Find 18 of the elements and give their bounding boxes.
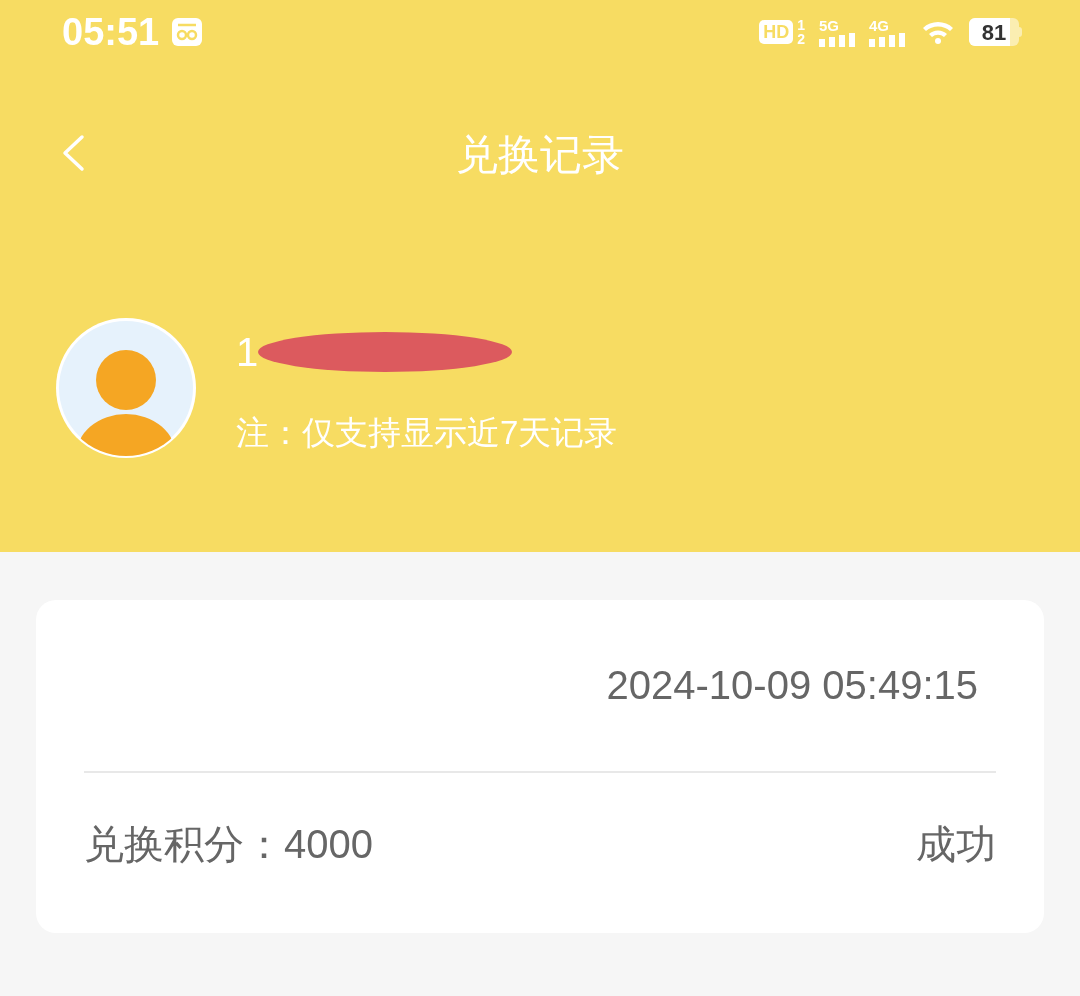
- network-type: 4G: [869, 17, 890, 33]
- points-text: 兑换积分：4000: [84, 824, 373, 864]
- back-icon[interactable]: [60, 134, 86, 172]
- sim-indicator: 2: [797, 32, 805, 46]
- wifi-icon: [921, 19, 955, 45]
- clock: 05:51: [62, 13, 160, 51]
- battery-icon: 81: [969, 18, 1019, 46]
- sim-indicator: 1: [797, 18, 805, 32]
- page-title: 兑换记录: [456, 129, 624, 180]
- network-type: 5G: [819, 17, 840, 33]
- signal-icon: [819, 32, 855, 47]
- signal-icon: [869, 32, 905, 47]
- hd-badge: HD: [759, 20, 794, 44]
- status-text: 成功: [916, 824, 996, 864]
- screen-record-icon: [171, 17, 204, 47]
- user-phone: 1: [236, 331, 259, 372]
- note-text: 注：仅支持显示近7天记录: [236, 415, 618, 449]
- record-time: 2024-10-09 05:49:15: [606, 664, 978, 705]
